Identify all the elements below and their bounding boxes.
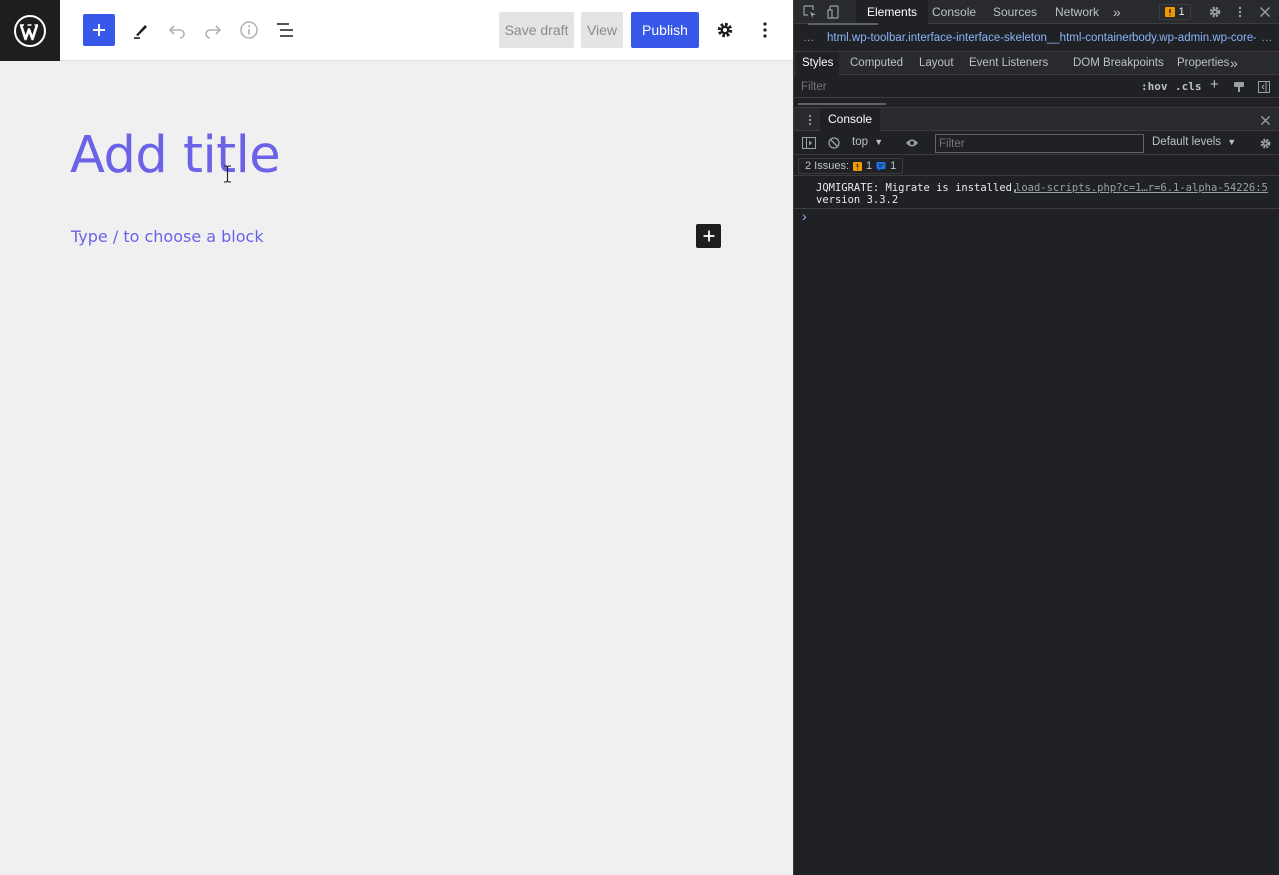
options-button[interactable] [749,14,781,46]
dom-tree-peek [808,20,888,26]
list-view-button[interactable] [269,14,301,46]
console-log-message: JQMIGRATE: Migrate is installed, version… [816,182,1018,206]
gear-icon [1209,6,1221,18]
context-selector[interactable]: top ▼ [852,136,883,148]
post-title-input[interactable]: Add title [70,126,281,185]
dom-breadcrumbs: … html.wp-toolbar.interface-interface-sk… [794,27,1279,51]
text-cursor-icon [224,165,231,183]
issues-warning-count: 1 [866,160,873,172]
warning-badge-icon [853,161,863,171]
console-settings-button[interactable] [1257,135,1273,151]
info-message-icon [876,161,886,171]
add-block-button[interactable] [83,14,115,46]
inspect-element-icon[interactable] [802,4,818,20]
console-issues-row: 2 Issues: 1 1 [794,156,1279,176]
device-toolbar-icon[interactable] [826,4,842,20]
subtab-styles[interactable]: Styles [796,52,840,75]
devtools-settings-button[interactable] [1207,4,1223,20]
editor-header: Save draft View Publish [0,0,793,61]
view-button[interactable]: View [581,12,623,48]
issues-badge-count: 1 [1178,6,1185,18]
plus-icon [93,24,105,36]
elements-subtab-bar: Styles Computed Layout Event Listeners D… [794,51,1279,75]
clear-console-icon[interactable] [826,135,842,151]
wordpress-logo[interactable] [0,0,60,61]
issues-badge[interactable]: 1 [1159,4,1191,20]
vertical-dots-icon [763,22,767,38]
console-filter-input[interactable] [935,134,1144,153]
hov-toggle[interactable]: :hov [1141,80,1168,93]
log-levels-label: Default levels [1152,136,1222,148]
info-icon [240,21,258,39]
undo-button[interactable] [161,14,193,46]
block-editor: Save draft View Publish Add title Type /… [0,0,793,875]
console-log-text-1: JQMIGRATE: Migrate is installed, [816,182,1019,194]
drawer-tab-console[interactable]: Console [820,108,881,131]
close-devtools-button[interactable] [1257,4,1273,20]
close-icon [1260,7,1270,17]
paint-icon[interactable] [1231,79,1247,95]
wordpress-icon [14,14,46,47]
styles-filter-input[interactable] [798,78,1128,96]
issues-label: 2 Issues: [805,160,850,172]
issues-counter-button[interactable]: 2 Issues: 1 1 [798,158,904,174]
console-prompt-icon[interactable]: › [802,208,807,224]
publish-button[interactable]: Publish [631,12,699,48]
redo-icon [205,25,222,39]
tab-console[interactable]: Console [932,0,976,24]
close-drawer-button[interactable] [1257,112,1273,128]
breadcrumb-more[interactable]: … [1261,32,1273,44]
settings-button[interactable] [709,14,741,46]
more-subtabs-icon[interactable]: » [1230,52,1238,75]
breadcrumb-html[interactable]: html.wp-toolbar.interface-interface-skel… [827,32,1133,44]
gear-icon [1260,138,1270,148]
subtab-dom-breakpoints[interactable]: DOM Breakpoints [1073,52,1164,75]
save-draft-button[interactable]: Save draft [499,12,574,48]
context-selector-label: top [852,136,868,148]
gear-icon [717,22,733,38]
console-log-source-link[interactable]: load-scripts.php?c=1…r=6.1-alpha-54226:5 [1015,182,1268,194]
subtab-event-listeners[interactable]: Event Listeners [969,52,1048,75]
pencil-icon [134,25,147,39]
block-placeholder[interactable]: Type / to choose a block [71,227,264,246]
chevron-down-icon: ▼ [1227,137,1237,147]
subtab-properties[interactable]: Properties [1177,52,1229,75]
chevron-down-icon: ▼ [874,137,884,147]
warning-badge-icon [1165,7,1176,17]
new-style-rule-icon[interactable]: + [1210,76,1219,93]
console-log-text-2: version 3.3.2 [816,194,899,206]
drawer-header: Console [794,107,1279,131]
subtab-computed[interactable]: Computed [850,52,903,75]
close-icon [1260,115,1270,125]
customize-devtools-button[interactable] [1232,4,1248,20]
details-button[interactable] [233,14,265,46]
subtab-layout[interactable]: Layout [919,52,954,75]
cls-toggle[interactable]: .cls [1175,80,1202,93]
list-view-icon [277,23,293,37]
console-divider [794,208,1279,209]
live-expression-eye-icon[interactable] [903,135,921,151]
tab-network[interactable]: Network [1055,0,1099,24]
issues-info-count: 1 [890,160,897,172]
breadcrumb-body[interactable]: body.wp-admin.wp-core- [1132,32,1256,44]
undo-icon [168,25,185,39]
breadcrumb-ellipsis[interactable]: … [803,32,815,44]
console-sidebar-icon[interactable] [801,135,817,151]
plus-icon [703,230,714,242]
vertical-dots-icon [1238,6,1242,18]
tab-sources[interactable]: Sources [993,0,1037,24]
block-inserter-button[interactable] [696,224,721,248]
toggle-sidebar-icon[interactable] [1256,79,1272,95]
tools-button[interactable] [125,14,157,46]
redo-button[interactable] [197,14,229,46]
styles-filter-row: :hov .cls + [794,76,1279,98]
styles-pane-peek [798,99,898,107]
more-tabs-icon[interactable]: » [1113,0,1121,24]
drawer-menu-icon[interactable] [802,112,818,128]
log-levels-dropdown[interactable]: Default levels ▼ [1152,136,1236,148]
console-toolbar: top ▼ Default levels ▼ [794,132,1279,155]
devtools-panel: Elements Console Sources Network » 1 … h… [793,0,1279,875]
